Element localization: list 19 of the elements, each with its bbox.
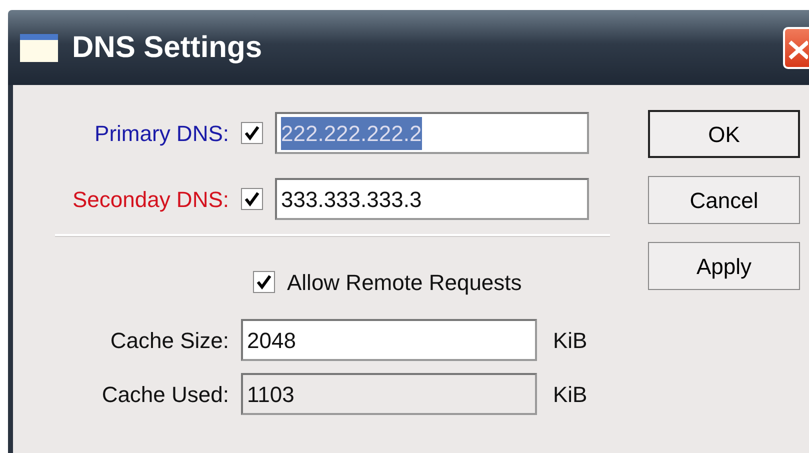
field-label: Cache Size: — [109, 326, 230, 354]
dialog-button[interactable]: Apply — [648, 242, 800, 290]
input-field[interactable]: 2048 — [241, 319, 537, 361]
close-button[interactable] — [783, 26, 809, 68]
unit-label: KiB — [553, 380, 588, 408]
field-label: Primary DNS: — [94, 120, 230, 148]
close-icon — [786, 38, 808, 60]
window-title: DNS Settings — [72, 30, 262, 66]
window-icon — [20, 34, 58, 62]
dialog-button[interactable]: OK — [648, 110, 800, 158]
checkbox[interactable] — [253, 271, 275, 293]
dialog-button[interactable]: Cancel — [648, 176, 800, 224]
field-label: Cache Used: — [100, 380, 230, 408]
checkbox-label: Allow Remote Requests — [287, 268, 522, 297]
checkbox[interactable] — [241, 122, 263, 144]
checkbox[interactable] — [241, 188, 263, 210]
unit-label: KiB — [553, 326, 588, 354]
field-label: Seconday DNS: — [71, 186, 230, 214]
input-field[interactable]: 333.333.333.3 — [275, 178, 589, 220]
